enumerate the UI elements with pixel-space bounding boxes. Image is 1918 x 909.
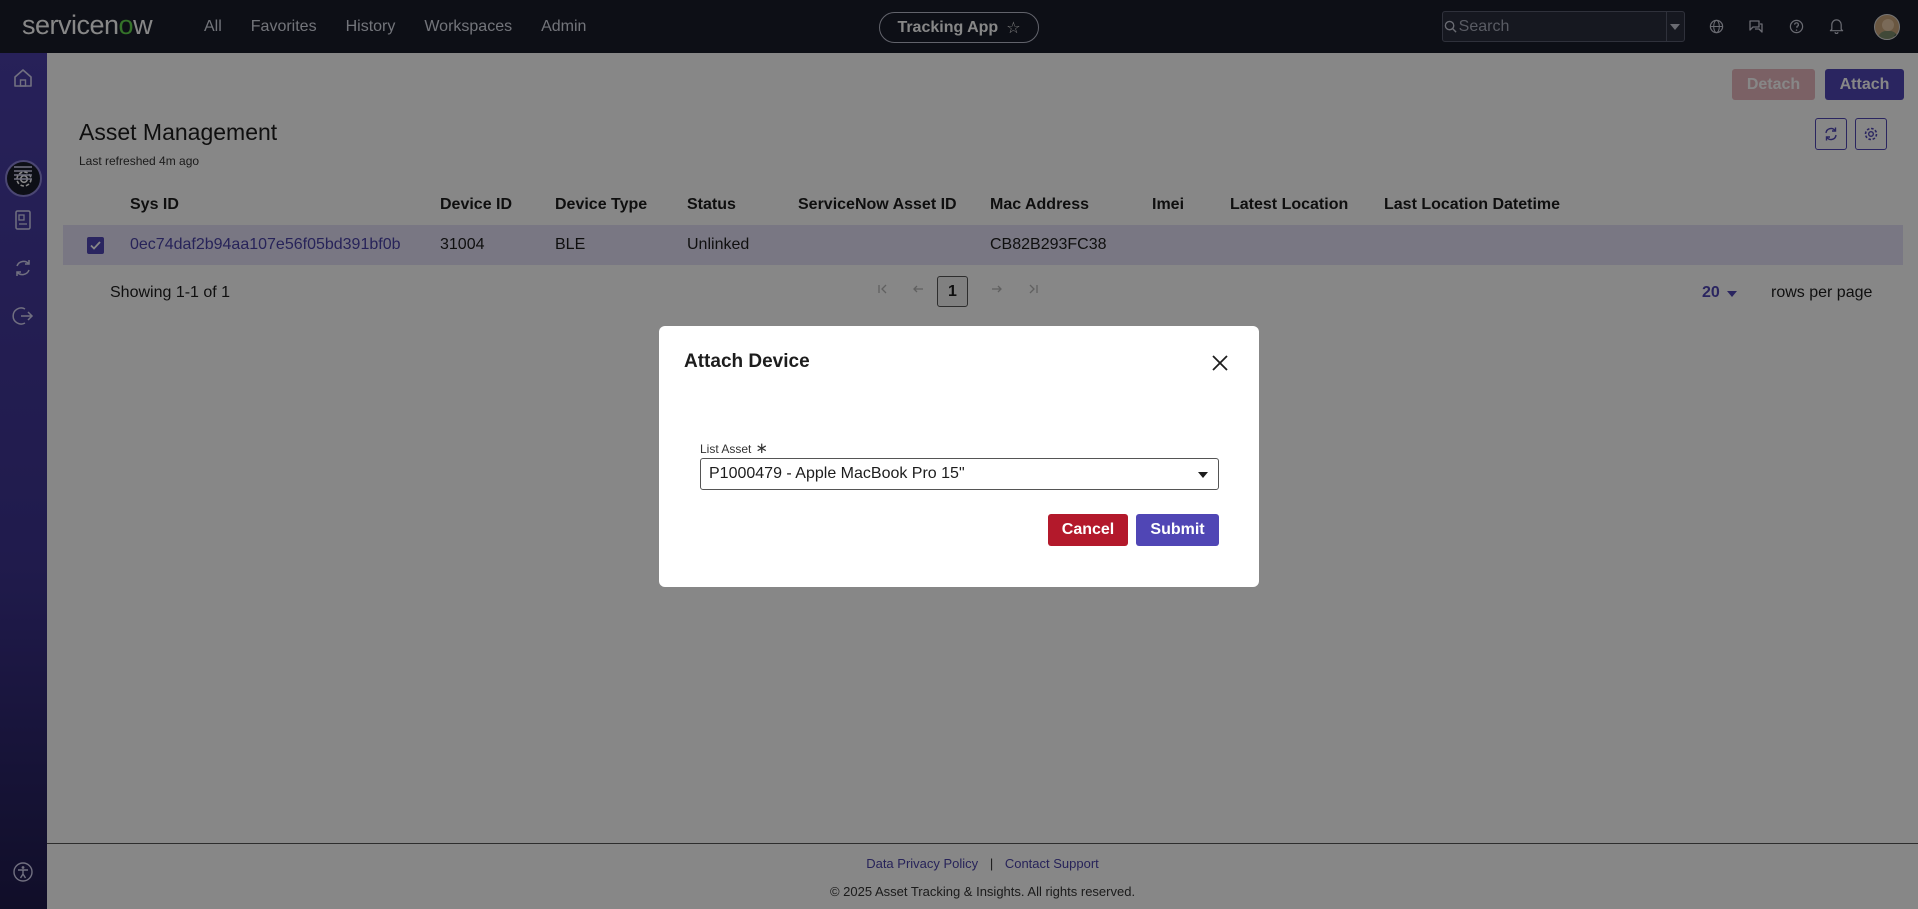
- list-asset-label: List Asset ∗: [700, 439, 768, 457]
- list-asset-select[interactable]: P1000479 - Apple MacBook Pro 15": [700, 458, 1219, 490]
- modal-backdrop[interactable]: Attach Device List Asset ∗ P1000479 - App…: [0, 0, 1918, 909]
- cancel-button[interactable]: Cancel: [1048, 514, 1128, 546]
- dialog-title: Attach Device: [684, 351, 810, 372]
- attach-device-dialog: Attach Device List Asset ∗ P1000479 - App…: [659, 326, 1259, 587]
- submit-button[interactable]: Submit: [1136, 514, 1219, 546]
- list-asset-selected-value: P1000479 - Apple MacBook Pro 15": [709, 465, 965, 482]
- close-icon[interactable]: [1208, 351, 1232, 375]
- required-asterisk-icon: ∗: [755, 440, 768, 457]
- list-asset-label-text: List Asset: [700, 442, 752, 456]
- chevron-down-icon: [1198, 472, 1208, 478]
